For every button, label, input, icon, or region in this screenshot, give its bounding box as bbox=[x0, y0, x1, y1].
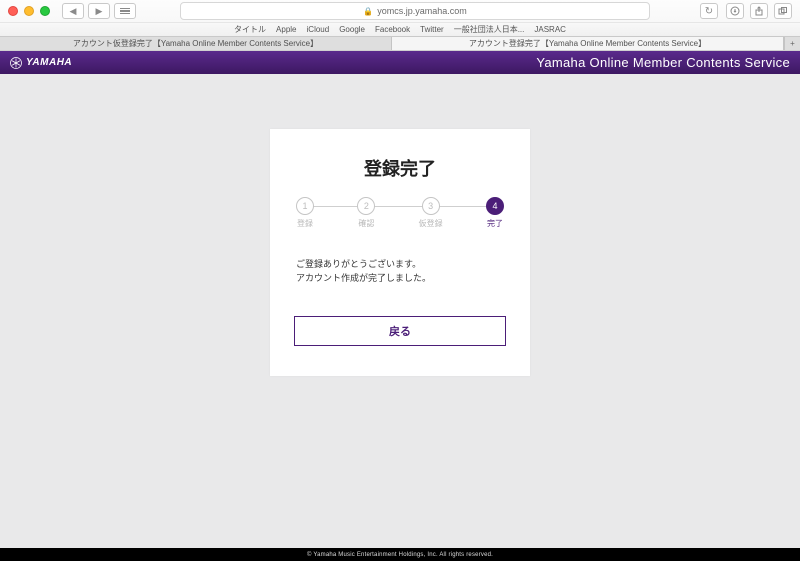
tabs-button[interactable] bbox=[774, 3, 792, 19]
new-tab-button[interactable]: + bbox=[784, 37, 800, 50]
copyright-text: © Yamaha Music Entertainment Holdings, I… bbox=[307, 552, 493, 558]
progress-steps: 1 登録 2 確認 3 仮登録 4 完了 bbox=[296, 197, 504, 229]
reader-button[interactable]: ↻ bbox=[700, 3, 718, 19]
step-confirm: 2 確認 bbox=[357, 197, 375, 229]
completion-message: ご登録ありがとうございます。 アカウント作成が完了しました。 bbox=[294, 257, 506, 286]
bookmark-item[interactable]: Twitter bbox=[420, 25, 444, 34]
page-body: YAMAHA Yamaha Online Member Contents Ser… bbox=[0, 51, 800, 561]
bookmark-item[interactable]: Apple bbox=[276, 25, 296, 34]
tabs-row: アカウント仮登録完了【Yamaha Online Member Contents… bbox=[0, 36, 800, 50]
minimize-window-button[interactable] bbox=[24, 6, 34, 16]
step-provisional: 3 仮登録 bbox=[419, 197, 443, 229]
address-bar-wrap: 🔒 yomcs.jp.yamaha.com bbox=[136, 2, 694, 20]
site-header: YAMAHA Yamaha Online Member Contents Ser… bbox=[0, 51, 800, 74]
yamaha-logo-text: YAMAHA bbox=[26, 57, 72, 68]
step-label: 仮登録 bbox=[419, 218, 443, 229]
browser-tab[interactable]: アカウント登録完了【Yamaha Online Member Contents … bbox=[392, 37, 784, 50]
step-circle: 3 bbox=[422, 197, 440, 215]
lock-icon: 🔒 bbox=[363, 7, 373, 16]
content-area: 登録完了 1 登録 2 確認 3 仮登録 4 完了 bbox=[0, 74, 800, 548]
yamaha-logo-icon bbox=[10, 57, 22, 69]
browser-titlebar: ◀ ▶ 🔒 yomcs.jp.yamaha.com ↻ bbox=[0, 0, 800, 22]
step-register: 1 登録 bbox=[296, 197, 314, 229]
bookmarks-bar: タイトル Apple iCloud Google Facebook Twitte… bbox=[0, 22, 800, 36]
downloads-button[interactable] bbox=[726, 3, 744, 19]
bookmark-item[interactable]: JASRAC bbox=[534, 25, 566, 34]
maximize-window-button[interactable] bbox=[40, 6, 50, 16]
address-bar[interactable]: 🔒 yomcs.jp.yamaha.com bbox=[180, 2, 650, 20]
site-footer: © Yamaha Music Entertainment Holdings, I… bbox=[0, 548, 800, 561]
close-window-button[interactable] bbox=[8, 6, 18, 16]
step-complete: 4 完了 bbox=[486, 197, 504, 229]
message-line: ご登録ありがとうございます。 bbox=[296, 257, 504, 271]
service-title: Yamaha Online Member Contents Service bbox=[536, 55, 790, 70]
right-toolbar bbox=[726, 3, 792, 19]
message-line: アカウント作成が完了しました。 bbox=[296, 271, 504, 285]
forward-button[interactable]: ▶ bbox=[88, 3, 110, 19]
sidebar-toggle-button[interactable] bbox=[114, 3, 136, 19]
bookmark-item[interactable]: タイトル bbox=[234, 24, 266, 35]
share-button[interactable] bbox=[750, 3, 768, 19]
nav-buttons: ◀ ▶ bbox=[62, 3, 110, 19]
window-controls bbox=[8, 6, 50, 16]
bookmark-item[interactable]: Facebook bbox=[375, 25, 410, 34]
browser-chrome: ◀ ▶ 🔒 yomcs.jp.yamaha.com ↻ タイトル Apple i… bbox=[0, 0, 800, 51]
back-button[interactable]: ◀ bbox=[62, 3, 84, 19]
card-title: 登録完了 bbox=[294, 155, 506, 181]
browser-tab[interactable]: アカウント仮登録完了【Yamaha Online Member Contents… bbox=[0, 37, 392, 50]
step-label: 完了 bbox=[487, 218, 503, 229]
url-text: yomcs.jp.yamaha.com bbox=[377, 6, 467, 16]
step-circle: 4 bbox=[486, 197, 504, 215]
step-circle: 1 bbox=[296, 197, 314, 215]
bookmark-item[interactable]: Google bbox=[339, 25, 365, 34]
step-label: 登録 bbox=[297, 218, 313, 229]
yamaha-logo[interactable]: YAMAHA bbox=[10, 57, 72, 69]
bookmark-item[interactable]: iCloud bbox=[307, 25, 330, 34]
registration-card: 登録完了 1 登録 2 確認 3 仮登録 4 完了 bbox=[270, 129, 530, 376]
step-circle: 2 bbox=[357, 197, 375, 215]
bookmark-item[interactable]: 一般社団法人日本... bbox=[454, 24, 525, 35]
step-label: 確認 bbox=[358, 218, 374, 229]
back-button[interactable]: 戻る bbox=[294, 316, 506, 346]
